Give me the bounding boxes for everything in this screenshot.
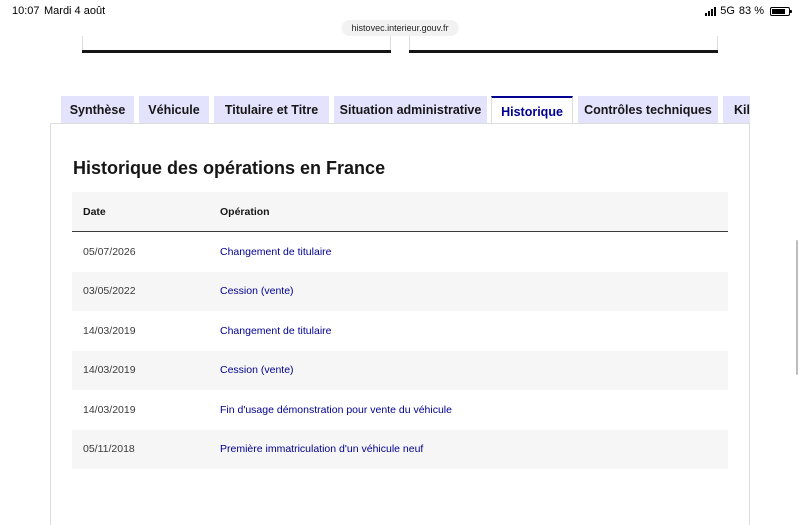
- table-row: 03/05/2022 Cession (vente): [72, 271, 728, 311]
- tab-situation-administrative[interactable]: Situation administrative: [334, 96, 487, 124]
- table-row: 05/11/2018 Première immatriculation d'un…: [72, 429, 728, 469]
- table-row: 14/03/2019 Changement de titulaire: [72, 311, 728, 351]
- divider-left: [82, 36, 391, 53]
- column-header-date: Date: [83, 205, 106, 218]
- row-operation-link[interactable]: Cession (vente): [220, 285, 728, 297]
- row-operation-link[interactable]: Changement de titulaire: [220, 325, 728, 337]
- row-date: 14/03/2019: [83, 364, 136, 377]
- status-time: 10:07: [12, 5, 40, 17]
- column-header-operation: Opération: [220, 205, 270, 218]
- row-operation-link[interactable]: Changement de titulaire: [220, 246, 728, 258]
- row-date: 14/03/2019: [83, 403, 136, 416]
- status-right: 5G 83 %: [705, 5, 792, 17]
- row-operation-link[interactable]: Fin d'usage démonstration pour vente du …: [220, 404, 728, 416]
- table-row: 14/03/2019 Fin d'usage démonstration pou…: [72, 390, 728, 430]
- battery-fill: [772, 8, 786, 14]
- row-operation-link[interactable]: Cession (vente): [220, 364, 728, 376]
- row-date: 05/07/2026: [83, 245, 136, 258]
- url-bar[interactable]: histovec.interieur.gouv.fr: [341, 20, 459, 36]
- divider-right: [409, 36, 718, 53]
- tab-titulaire-titre[interactable]: Titulaire et Titre: [214, 96, 329, 124]
- row-operation-link[interactable]: Première immatriculation d'un véhicule n…: [220, 443, 728, 455]
- tab-controles-techniques[interactable]: Contrôles techniques: [578, 96, 718, 124]
- panel-title: Historique des opérations en France: [73, 158, 386, 178]
- status-date: Mardi 4 août: [44, 5, 106, 17]
- network-label: 5G: [720, 5, 735, 17]
- table-row: 14/03/2019 Cession (vente): [72, 350, 728, 390]
- scrollbar[interactable]: [796, 240, 798, 375]
- tab-vehicule[interactable]: Véhicule: [139, 96, 209, 124]
- row-date: 03/05/2022: [83, 285, 136, 298]
- operations-table: Date Opération 05/07/2026 Changement de …: [72, 192, 728, 469]
- table-header: Date Opération: [72, 192, 728, 232]
- tab-historique[interactable]: Historique: [491, 96, 573, 124]
- row-date: 14/03/2019: [83, 324, 136, 337]
- signal-icon: [705, 6, 717, 16]
- table-row: 05/07/2026 Changement de titulaire: [72, 232, 728, 272]
- row-date: 05/11/2018: [83, 443, 135, 456]
- tab-synthese[interactable]: Synthèse: [61, 96, 134, 124]
- battery-icon: [770, 6, 792, 16]
- tab-kilometrage[interactable]: Kilométrage: [723, 96, 750, 124]
- battery-percent: 83 %: [738, 5, 764, 17]
- tab-bar: Synthèse Véhicule Titulaire et Titre Sit…: [61, 96, 750, 124]
- status-bar: 10:07 Mardi 4 août 5G 83 %: [0, 0, 800, 22]
